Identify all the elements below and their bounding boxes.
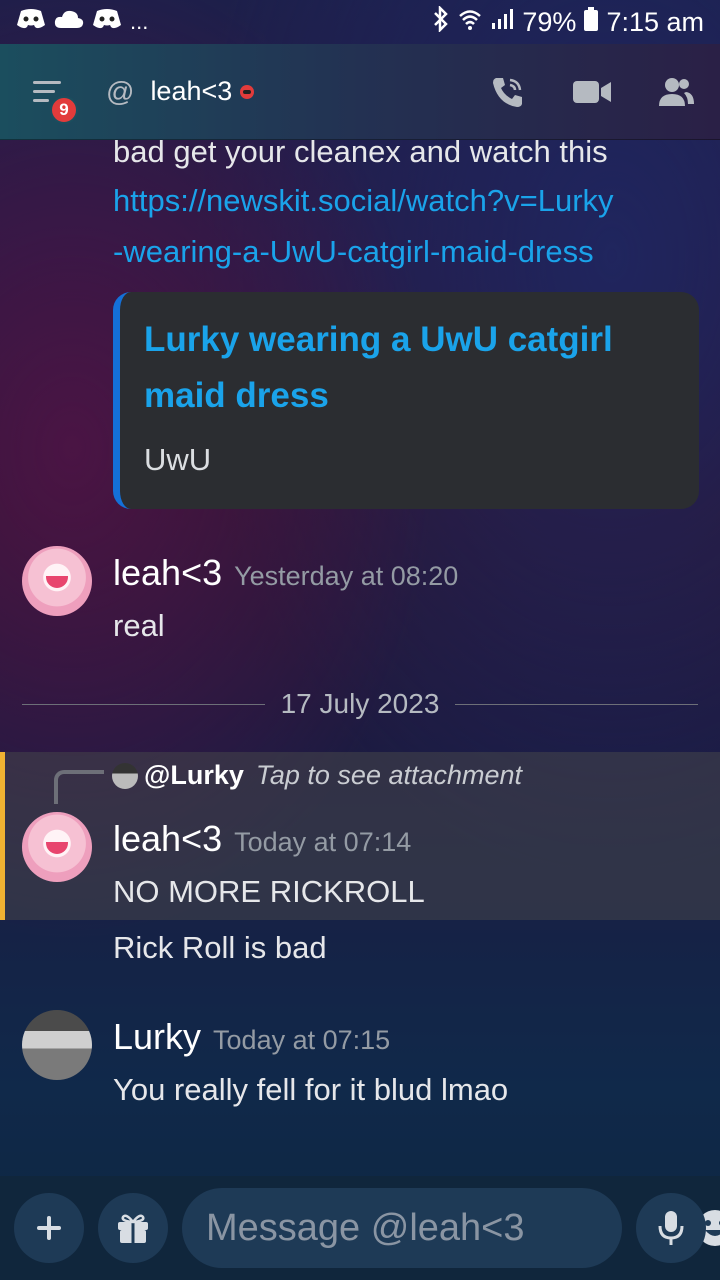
dm-title[interactable]: leah<3 (150, 76, 232, 107)
message-input-container[interactable] (182, 1188, 720, 1268)
timestamp: Today at 07:15 (213, 1025, 391, 1055)
author-name[interactable]: leah<3 (113, 818, 222, 859)
link-embed[interactable]: Lurky wearing a UwU catgirl maid dress U… (113, 292, 699, 509)
signal-icon (490, 7, 514, 37)
member-list-button[interactable] (656, 72, 696, 112)
plus-icon (37, 1216, 61, 1240)
reply-avatar (112, 762, 138, 789)
reply-preview[interactable]: @Lurky Tap to see attachment (112, 760, 522, 791)
bluetooth-icon (432, 4, 450, 38)
battery-percent: 79% (522, 6, 577, 37)
dnd-status-icon (240, 84, 255, 99)
reply-attachment-hint: Tap to see attachment (255, 760, 523, 790)
voice-call-button[interactable] (488, 72, 528, 112)
message-input[interactable] (206, 1206, 695, 1250)
date-divider: 17 July 2023 (22, 688, 699, 720)
battery-icon (584, 6, 599, 38)
message-text: NO MORE RICKROLL (113, 874, 425, 909)
message-text: Rick Roll is bad (113, 930, 327, 965)
message-link[interactable]: https://newskit.social/watch?v=Lurky (113, 183, 614, 219)
users-icon (659, 77, 694, 106)
notification-icons: ... (16, 8, 148, 36)
discord-icon (16, 8, 46, 36)
embed-title-line: Lurky wearing a UwU catgirl (144, 320, 613, 359)
avatar[interactable] (22, 546, 92, 616)
timestamp: Today at 07:14 (234, 827, 412, 857)
divider-line (22, 703, 265, 705)
embed-title[interactable]: Lurky wearing a UwU catgirl maid dress (144, 312, 675, 424)
avatar[interactable] (22, 812, 92, 882)
cloud-icon (54, 8, 84, 36)
status-bar: ... 79% 7:15 am (0, 0, 720, 44)
timestamp: Yesterday at 08:20 (234, 561, 459, 591)
message-text: bad get your cleanex and watch this (113, 134, 608, 169)
reply-connector (54, 770, 104, 804)
gift-button[interactable] (98, 1193, 168, 1263)
more-notifications: ... (130, 9, 149, 34)
message-header: leah<3 Yesterday at 08:20 (113, 552, 458, 594)
menu-button[interactable]: 9 (24, 66, 78, 124)
microphone-icon (658, 1211, 684, 1245)
message-header: leah<3 Today at 07:14 (113, 818, 411, 860)
message-text: You really fell for it blud lmao (113, 1072, 509, 1107)
voice-message-button[interactable] (636, 1193, 706, 1263)
author-name[interactable]: leah<3 (113, 552, 222, 593)
discord-icon (92, 8, 122, 36)
embed-description: UwU (144, 442, 212, 477)
clock: 7:15 am (606, 6, 704, 37)
video-call-button[interactable] (572, 72, 612, 112)
add-attachment-button[interactable] (14, 1193, 84, 1263)
at-icon: @ (106, 75, 135, 107)
message-header: Lurky Today at 07:15 (113, 1016, 390, 1058)
message-composer (0, 1176, 720, 1280)
message-feed[interactable]: bad get your cleanex and watch this http… (0, 134, 720, 1176)
divider-line (455, 703, 699, 705)
chat-header: 9 @ leah<3 (0, 44, 720, 140)
wifi-icon (458, 7, 482, 37)
message-text: real (113, 608, 165, 643)
phone-icon (493, 77, 522, 107)
avatar[interactable] (22, 1010, 92, 1080)
divider-date: 17 July 2023 (280, 688, 440, 719)
video-camera-icon (573, 80, 611, 103)
unread-badge: 9 (50, 95, 78, 124)
message-link-continued[interactable]: -wearing-a-UwU-catgirl-maid-dress (113, 234, 594, 270)
header-actions (488, 72, 696, 112)
system-indicators: 79% 7:15 am (432, 4, 704, 38)
reply-username: @Lurky (144, 760, 244, 790)
gift-icon (118, 1214, 148, 1243)
author-name[interactable]: Lurky (113, 1016, 201, 1057)
embed-title-line: maid dress (144, 376, 329, 415)
